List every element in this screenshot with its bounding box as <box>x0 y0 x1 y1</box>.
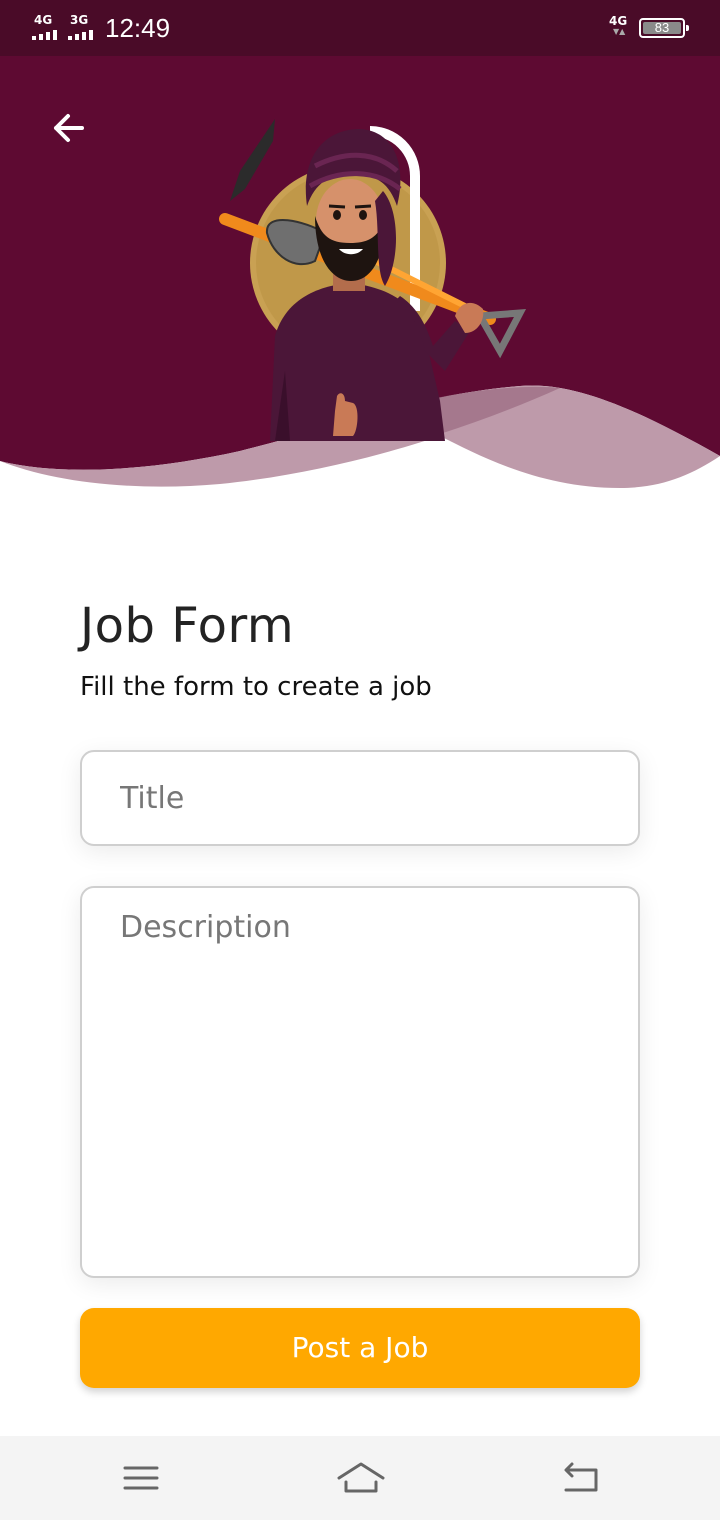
back-button[interactable] <box>44 106 92 150</box>
description-input[interactable] <box>82 888 638 1276</box>
worker-illustration <box>219 119 527 441</box>
status-time: 12:49 <box>105 13 171 43</box>
menu-icon <box>123 1466 159 1490</box>
sim2-network-type: 3G <box>70 13 89 27</box>
status-bar: 4G 3G 12:49 4G ▼▲ 83 <box>0 0 720 56</box>
sim2-signal-icon: 3G <box>68 14 98 40</box>
back-icon <box>564 1462 598 1492</box>
battery-level: 83 <box>654 20 670 35</box>
battery-icon: 83 <box>639 18 689 38</box>
header-banner <box>0 56 720 506</box>
page-title: Job Form <box>80 598 295 654</box>
description-field[interactable] <box>80 886 640 1278</box>
title-field[interactable] <box>80 750 640 846</box>
data-network-type: 4G <box>609 14 628 28</box>
menu-button[interactable] <box>119 1458 163 1498</box>
title-input[interactable] <box>82 752 638 844</box>
data-network-icon: 4G ▼▲ <box>609 14 628 36</box>
back-nav-button[interactable] <box>558 1458 602 1498</box>
post-job-button[interactable]: Post a Job <box>80 1308 640 1388</box>
sim1-signal-icon: 4G <box>32 14 62 40</box>
home-button[interactable] <box>336 1458 386 1498</box>
sim1-network-type: 4G <box>34 13 53 27</box>
arrow-left-icon <box>54 114 84 142</box>
page-subtitle: Fill the form to create a job <box>80 672 432 702</box>
system-nav-bar <box>0 1436 720 1520</box>
home-icon <box>337 1462 385 1493</box>
